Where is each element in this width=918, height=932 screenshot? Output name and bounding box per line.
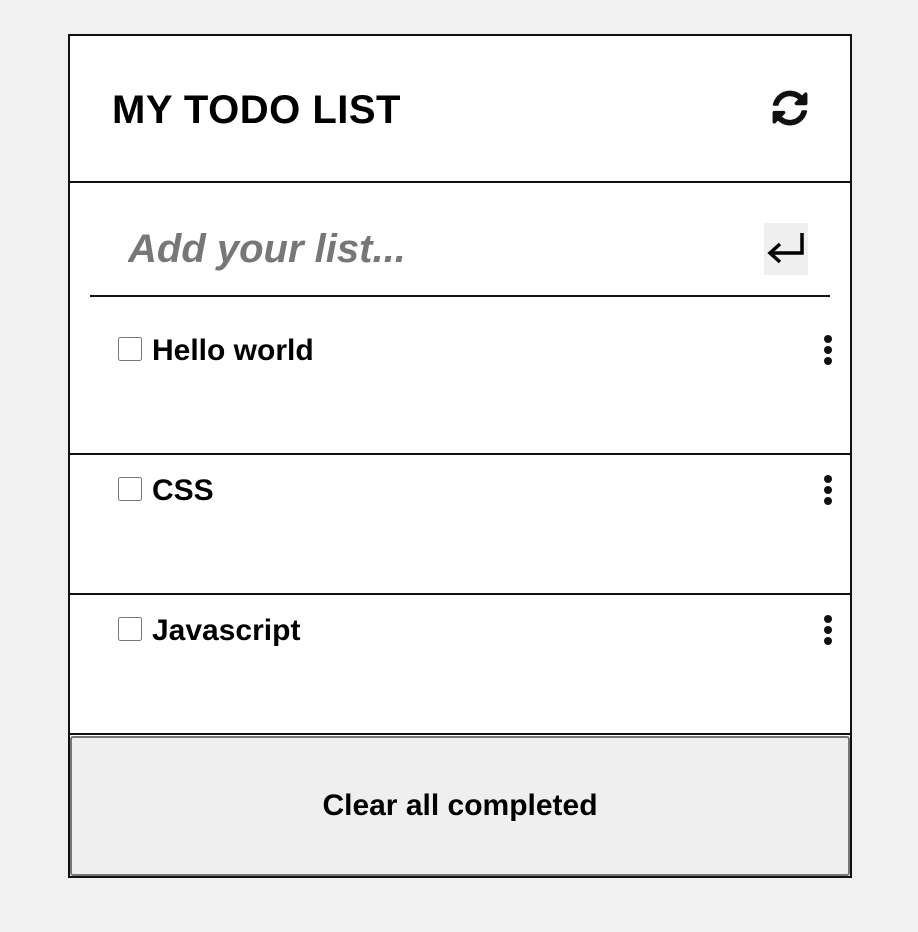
todo-checkbox[interactable]	[118, 477, 142, 501]
add-todo-input[interactable]	[128, 223, 748, 275]
clear-completed-button[interactable]: Clear all completed	[70, 736, 850, 876]
list-item: Javascript	[70, 595, 850, 735]
todo-label: CSS	[152, 474, 214, 507]
more-options-icon[interactable]	[820, 615, 836, 649]
todo-label: Hello world	[152, 334, 314, 367]
add-todo-row	[70, 183, 850, 297]
more-options-icon[interactable]	[820, 475, 836, 509]
enter-icon	[767, 233, 804, 264]
refresh-icon[interactable]	[772, 90, 808, 126]
more-options-icon[interactable]	[820, 335, 836, 369]
todo-app: MY TODO LIST Hello world CSS Javascript	[68, 34, 852, 878]
todo-label: Javascript	[152, 614, 301, 647]
todo-checkbox[interactable]	[118, 337, 142, 361]
todo-list: Hello world CSS Javascript	[70, 297, 850, 735]
todo-checkbox[interactable]	[118, 617, 142, 641]
list-item: Hello world	[70, 297, 850, 455]
page-title: MY TODO LIST	[112, 88, 401, 132]
list-item: CSS	[70, 455, 850, 595]
submit-todo-button[interactable]	[764, 223, 808, 275]
header: MY TODO LIST	[70, 36, 850, 183]
